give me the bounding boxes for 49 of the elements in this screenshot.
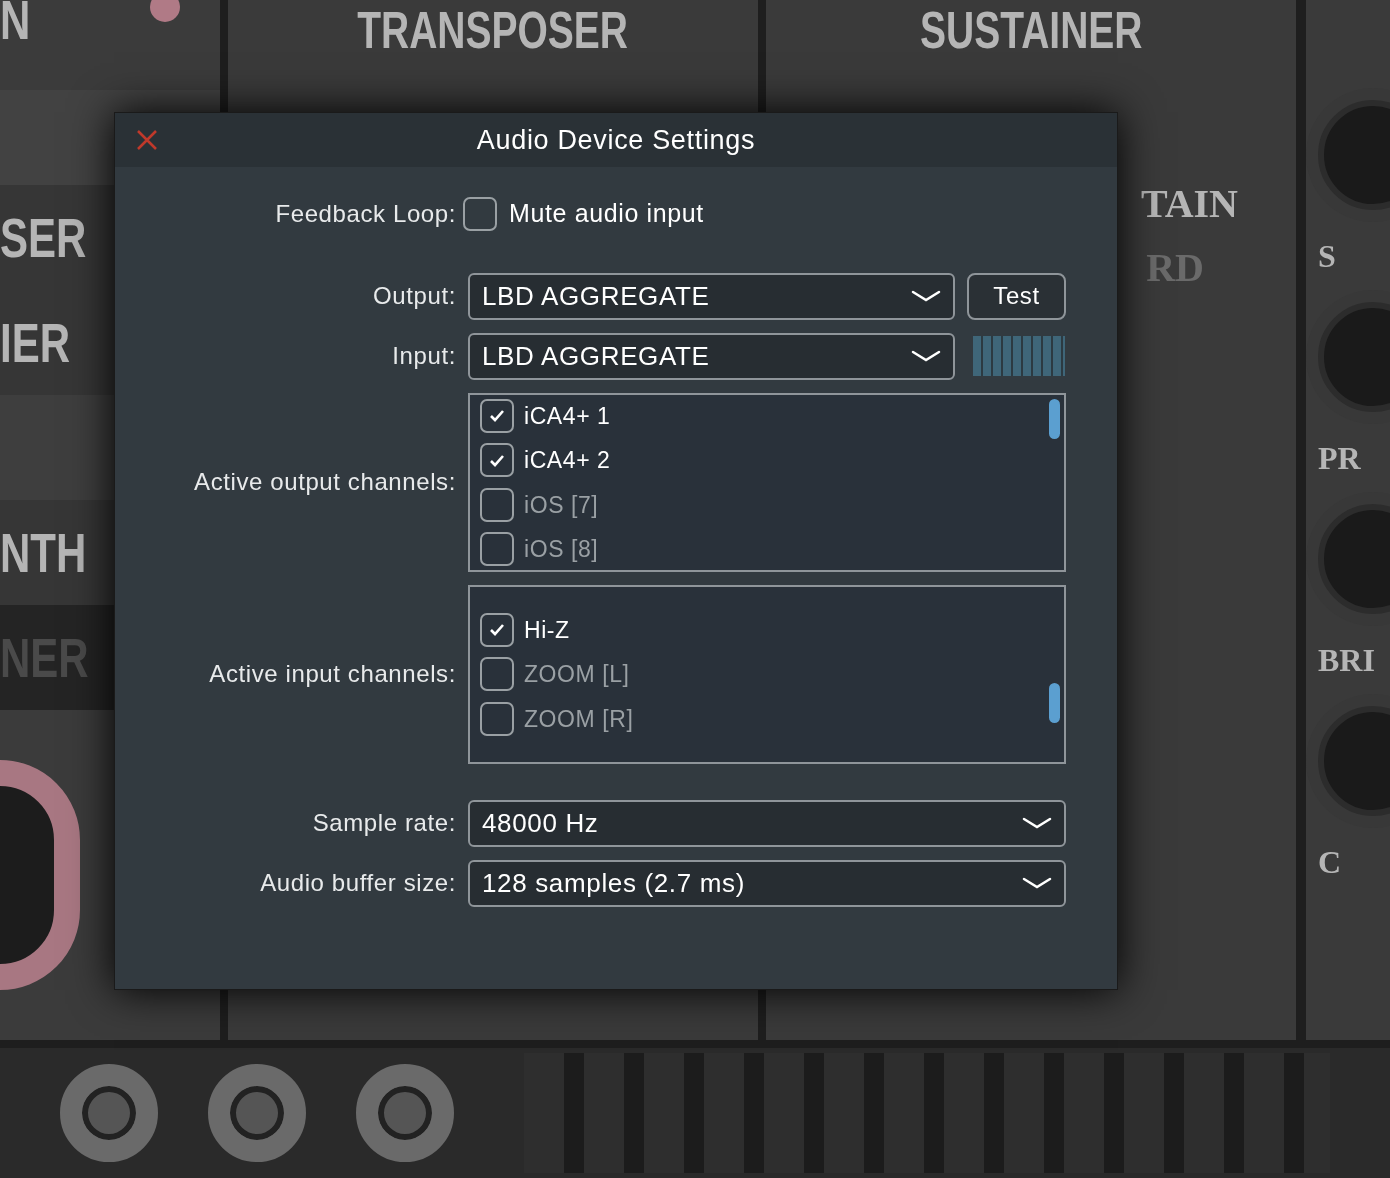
channel-label: iCA4+ 2 [524, 446, 611, 475]
dropdown[interactable]: 128 samples (2.7 ms) [468, 859, 1066, 907]
channel-label: ZOOM [L] [524, 660, 630, 689]
field-label: Active input channels: [209, 660, 456, 687]
knob-label: BRI [1318, 644, 1375, 676]
channel-label: iOS [8] [524, 535, 599, 564]
checkbox[interactable] [480, 532, 514, 567]
field-label: Audio buffer size: [260, 869, 456, 896]
scrollbar-thumb[interactable] [1049, 682, 1060, 723]
close-icon [136, 129, 158, 151]
dropdown[interactable]: LBD AGGREGATE [468, 272, 955, 320]
checkbox[interactable] [480, 701, 514, 736]
knob-label: C [1318, 846, 1342, 878]
knob-label: PR [1318, 442, 1361, 474]
field-label: Feedback Loop: [275, 199, 456, 227]
checkbox-label: Mute audio input [509, 198, 704, 229]
channel-label: Hi-Z [524, 615, 570, 645]
chevron-down-icon [1022, 876, 1052, 890]
chevron-down-icon [911, 349, 941, 363]
sustain-label: TAIN [1140, 184, 1238, 224]
section-title: N [0, 0, 31, 48]
dropdown[interactable]: LBD AGGREGATE [468, 332, 955, 380]
checkbox[interactable] [480, 657, 514, 692]
dropdown[interactable]: 48000 Hz [468, 799, 1066, 847]
field-label: Active output channels: [194, 468, 456, 495]
knob-label: S [1318, 240, 1336, 272]
scrollbar-thumb[interactable] [1049, 398, 1060, 439]
window-title: Audio Device Settings [476, 123, 756, 157]
checkmark-icon [489, 623, 505, 637]
channel-label: iCA4+ 1 [524, 401, 611, 431]
chevron-down-icon [1022, 816, 1052, 830]
field-label: Output: [373, 282, 456, 309]
test-button[interactable]: Test [967, 272, 1066, 320]
checkbox[interactable] [480, 398, 514, 433]
field-label: Input: [392, 342, 456, 369]
checkbox[interactable] [463, 196, 497, 231]
channel-label: iOS [7] [524, 490, 599, 520]
checkbox[interactable] [480, 443, 514, 478]
section-title: TRANSPOSER [357, 4, 629, 56]
field-label: Sample rate: [312, 809, 456, 836]
close-button[interactable] [135, 128, 159, 152]
checkbox[interactable] [480, 487, 514, 522]
checkmark-icon [489, 409, 505, 423]
section-title: SUSTAINER [919, 4, 1143, 56]
chevron-down-icon [911, 289, 941, 303]
channel-label: ZOOM [R] [524, 704, 634, 734]
menu-item[interactable]: IER [0, 314, 70, 371]
checkbox[interactable] [480, 612, 514, 647]
checkmark-icon [489, 453, 505, 467]
